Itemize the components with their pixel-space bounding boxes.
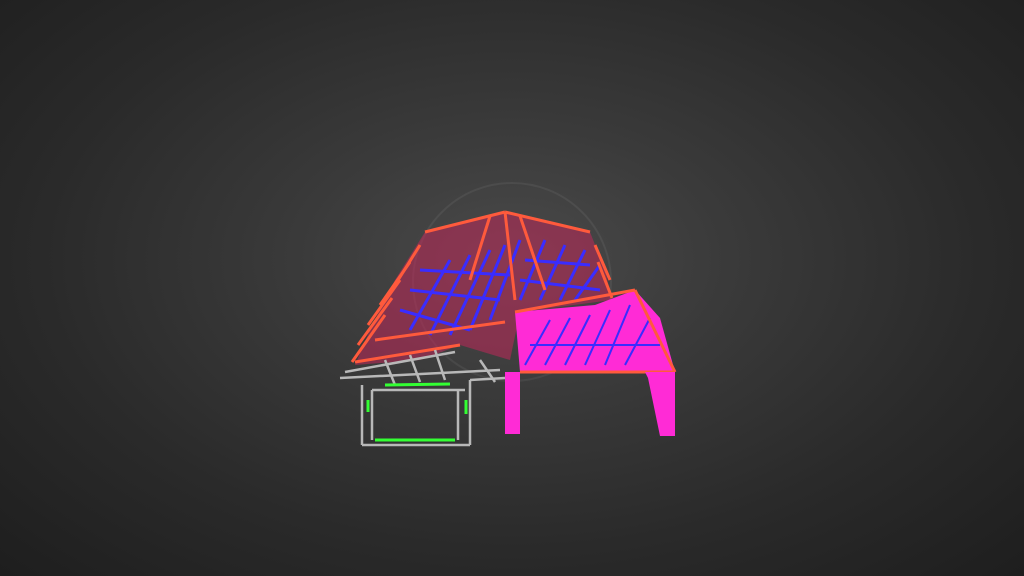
3d-model-viewer[interactable] [0,0,1024,576]
model-viewport[interactable] [0,0,1024,576]
right-wing-panels [505,288,677,436]
green-bracing [366,382,468,442]
